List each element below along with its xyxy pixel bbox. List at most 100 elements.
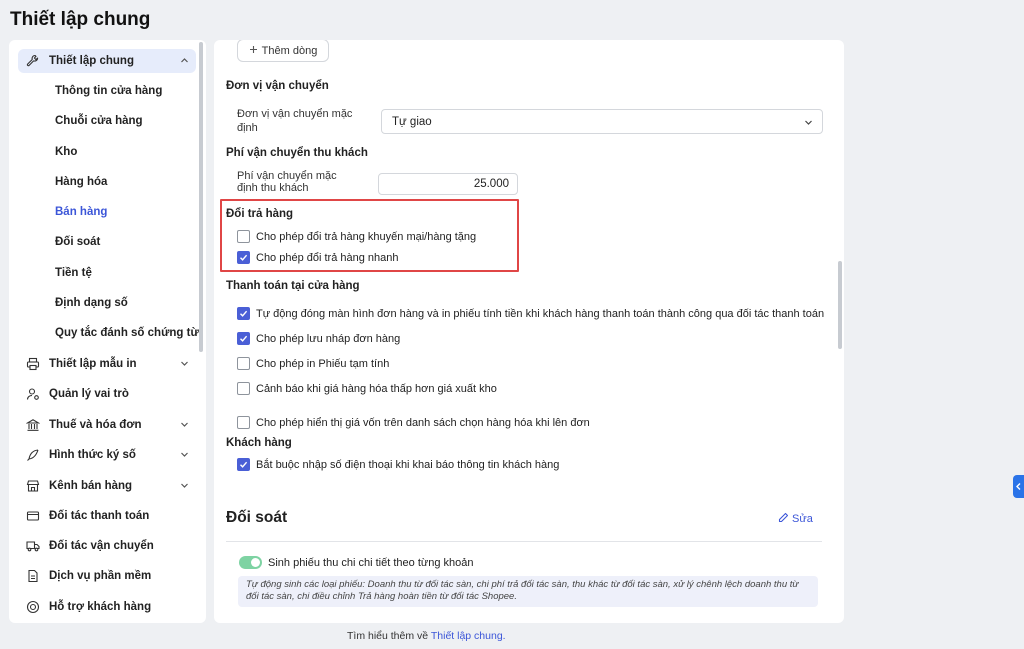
settings-main-panel: Thêm dòng Đơn vị vận chuyển Đơn vị vận c… bbox=[214, 40, 844, 623]
sidebar-item-print-templates[interactable]: Thiết lập mẫu in bbox=[18, 352, 196, 376]
reconciliation-note: Tự động sinh các loại phiếu: Doanh thu t… bbox=[238, 576, 818, 607]
sidebar-item-label: Thiết lập chung bbox=[49, 55, 134, 67]
checkbox-label: Cho phép hiển thị giá vốn trên danh sách… bbox=[256, 416, 590, 429]
default-shipping-label: Đơn vị vận chuyển mặc định bbox=[237, 108, 353, 134]
chevron-left-icon bbox=[1015, 478, 1022, 496]
footer-prefix: Tìm hiểu thêm về bbox=[347, 630, 429, 642]
chevron-down-icon bbox=[179, 358, 190, 372]
wrench-icon bbox=[24, 54, 42, 68]
sidebar-item-sales-channels[interactable]: Kênh bán hàng bbox=[18, 474, 196, 498]
pen-nib-icon bbox=[24, 448, 42, 462]
add-row-label: Thêm dòng bbox=[261, 44, 318, 57]
detailed-receipts-toggle[interactable] bbox=[239, 556, 262, 569]
returns-section-title: Đổi trả hàng bbox=[226, 208, 294, 220]
sidebar-item-digital-signature[interactable]: Hình thức ký số bbox=[18, 443, 196, 467]
checkbox-label: Cho phép đổi trả hàng nhanh bbox=[256, 251, 399, 264]
checkbox-unchecked[interactable] bbox=[237, 230, 250, 243]
sidebar-item-customer-support[interactable]: Hỗ trợ khách hàng bbox=[18, 595, 196, 619]
settings-sidebar: Thiết lập chung Thông tin cửa hàng Chuỗi… bbox=[9, 40, 206, 623]
customer-option-require-phone[interactable]: Bắt buộc nhập số điện thoại khi khai báo… bbox=[237, 458, 559, 471]
section-divider bbox=[226, 541, 822, 542]
sidebar-item-label: Kênh bán hàng bbox=[49, 480, 133, 492]
plus-icon bbox=[249, 45, 258, 57]
sidebar-subitem-reconciliation[interactable]: Đối soát bbox=[55, 236, 100, 248]
add-row-button[interactable]: Thêm dòng bbox=[237, 40, 329, 62]
sidebar-subitem-sales[interactable]: Bán hàng bbox=[55, 206, 107, 218]
sidebar-item-payment-partners[interactable]: Đối tác thanh toán bbox=[18, 504, 196, 528]
sidebar-item-label: Đối tác vận chuyển bbox=[49, 540, 154, 552]
pencil-icon bbox=[778, 512, 789, 526]
checkbox-unchecked[interactable] bbox=[237, 357, 250, 370]
side-panel-toggle[interactable] bbox=[1013, 475, 1024, 498]
sidebar-subitem-document-numbering[interactable]: Quy tắc đánh số chứng từ bbox=[55, 327, 199, 339]
sidebar-item-shipping-partners[interactable]: Đối tác vận chuyển bbox=[18, 534, 196, 558]
sidebar-item-software-services[interactable]: Dịch vụ phần mềm bbox=[18, 564, 196, 588]
sidebar-item-roles[interactable]: Quản lý vai trò bbox=[18, 382, 196, 406]
default-shipping-value: Tự giao bbox=[392, 115, 432, 128]
footer-link[interactable]: Thiết lập chung. bbox=[431, 630, 506, 642]
sidebar-item-label: Hình thức ký số bbox=[49, 449, 136, 461]
chevron-down-icon bbox=[179, 480, 190, 494]
truck-icon bbox=[24, 539, 42, 553]
sidebar-subitem-goods[interactable]: Hàng hóa bbox=[55, 176, 107, 188]
check-icon bbox=[240, 461, 248, 468]
chevron-down-icon bbox=[179, 449, 190, 463]
sidebar-item-label: Dịch vụ phần mềm bbox=[49, 570, 152, 582]
sidebar-subitem-store-info[interactable]: Thông tin cửa hàng bbox=[55, 85, 162, 97]
printer-icon bbox=[24, 357, 42, 371]
checkbox-checked[interactable] bbox=[237, 332, 250, 345]
checkbox-label: Cho phép in Phiếu tạm tính bbox=[256, 357, 390, 370]
sidebar-item-label: Thiết lập mẫu in bbox=[49, 358, 137, 370]
footer-help-text: Tìm hiểu thêm về Thiết lập chung. bbox=[347, 630, 506, 642]
sidebar-item-label: Đối tác thanh toán bbox=[49, 510, 150, 522]
reconciliation-heading: Đối soát bbox=[226, 509, 288, 526]
returns-option-quick[interactable]: Cho phép đổi trả hàng nhanh bbox=[237, 251, 399, 264]
shipping-fee-section-title: Phí vận chuyển thu khách bbox=[226, 147, 368, 159]
sidebar-subitem-number-format[interactable]: Định dạng số bbox=[55, 297, 128, 309]
sidebar-scrollbar[interactable] bbox=[199, 42, 203, 352]
checkbox-unchecked[interactable] bbox=[237, 416, 250, 429]
edit-label: Sửa bbox=[792, 513, 813, 525]
sidebar-item-general[interactable]: Thiết lập chung bbox=[18, 49, 196, 73]
bank-icon bbox=[24, 418, 42, 432]
checkbox-label: Cho phép lưu nháp đơn hàng bbox=[256, 332, 401, 345]
checkbox-checked[interactable] bbox=[237, 251, 250, 264]
check-icon bbox=[240, 335, 248, 342]
sidebar-item-tax-invoice[interactable]: Thuế và hóa đơn bbox=[18, 413, 196, 437]
store-payment-section-title: Thanh toán tại cửa hàng bbox=[226, 280, 360, 292]
user-role-icon bbox=[24, 387, 42, 401]
store-payment-option-save-draft[interactable]: Cho phép lưu nháp đơn hàng bbox=[237, 332, 400, 345]
chevron-down-icon bbox=[179, 419, 190, 433]
store-payment-option-show-cost[interactable]: Cho phép hiển thị giá vốn trên danh sách… bbox=[237, 416, 590, 429]
page-title: Thiết lập chung bbox=[10, 9, 151, 30]
store-payment-option-price-warning[interactable]: Cảnh báo khi giá hàng hóa thấp hơn giá x… bbox=[237, 382, 497, 395]
checkbox-checked[interactable] bbox=[237, 307, 250, 320]
checkbox-label: Bắt buộc nhập số điện thoại khi khai báo… bbox=[256, 458, 560, 471]
customer-section-title: Khách hàng bbox=[226, 437, 292, 449]
checkbox-unchecked[interactable] bbox=[237, 382, 250, 395]
checkbox-label: Cho phép đổi trả hàng khuyến mại/hàng tặ… bbox=[256, 230, 477, 243]
default-shipping-fee-label: Phí vận chuyển mặc định thu khách bbox=[237, 170, 337, 194]
support-icon bbox=[24, 600, 42, 614]
sidebar-subitem-store-chain[interactable]: Chuỗi cửa hàng bbox=[55, 115, 143, 127]
store-payment-option-print-provisional[interactable]: Cho phép in Phiếu tạm tính bbox=[237, 357, 389, 370]
check-icon bbox=[240, 254, 248, 261]
returns-option-promo[interactable]: Cho phép đổi trả hàng khuyến mại/hàng tặ… bbox=[237, 230, 476, 243]
sidebar-subitem-warehouse[interactable]: Kho bbox=[55, 146, 77, 158]
sidebar-subitem-currency[interactable]: Tiền tệ bbox=[55, 267, 92, 279]
check-icon bbox=[240, 310, 248, 317]
store-payment-option-auto-close[interactable]: Tự động đóng màn hình đơn hàng và in phi… bbox=[237, 307, 824, 320]
toggle-label: Sinh phiếu thu chi chi tiết theo từng kh… bbox=[268, 556, 474, 569]
checkbox-label: Cảnh báo khi giá hàng hóa thấp hơn giá x… bbox=[256, 382, 497, 395]
default-shipping-fee-input[interactable]: 25.000 bbox=[378, 173, 518, 195]
document-icon bbox=[24, 569, 42, 583]
store-icon bbox=[24, 479, 42, 493]
default-shipping-select[interactable]: Tự giao bbox=[381, 109, 823, 134]
checkbox-checked[interactable] bbox=[237, 458, 250, 471]
checkbox-label: Tự động đóng màn hình đơn hàng và in phi… bbox=[256, 307, 825, 320]
detailed-receipts-toggle-row[interactable]: Sinh phiếu thu chi chi tiết theo từng kh… bbox=[239, 556, 474, 569]
shipping-section-title: Đơn vị vận chuyển bbox=[226, 80, 329, 92]
main-scrollbar[interactable] bbox=[838, 261, 842, 349]
sidebar-item-label: Hỗ trợ khách hàng bbox=[49, 601, 152, 613]
edit-reconciliation-link[interactable]: Sửa bbox=[778, 512, 813, 526]
